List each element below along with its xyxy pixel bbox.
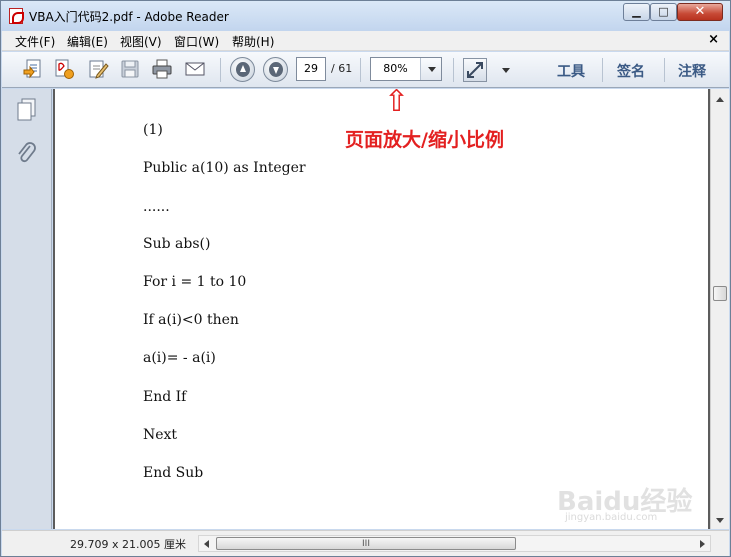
toolbar-separator [602, 58, 603, 82]
code-line: a(i)= - a(i) [143, 350, 216, 366]
horizontal-scroll-thumb[interactable]: III [216, 537, 516, 550]
adobe-reader-window: VBA入门代码2.pdf - Adobe Reader ▁ □ ✕ 文件(F) … [0, 0, 731, 557]
horizontal-scrollbar[interactable]: III [198, 535, 711, 552]
attachments-icon[interactable] [15, 141, 39, 167]
pdf-app-icon [9, 8, 24, 24]
expand-icon [467, 62, 483, 78]
vertical-scroll-thumb[interactable] [713, 286, 727, 301]
title-bar: VBA入门代码2.pdf - Adobe Reader ▁ □ ✕ [1, 1, 730, 31]
toolbar-separator [360, 58, 361, 82]
next-page-button[interactable] [263, 57, 288, 82]
maximize-icon: □ [658, 5, 669, 18]
zoom-select[interactable]: 80% [370, 57, 442, 81]
toolbar-separator [664, 58, 665, 82]
annotation-arrow-icon: ⇧ [384, 89, 410, 119]
code-line: If a(i)<0 then [143, 312, 239, 328]
code-line: ...... [143, 199, 170, 215]
close-document-icon[interactable]: × [708, 32, 719, 47]
code-line: (1) [143, 122, 163, 138]
watermark-url: jingyan.baidu.com [565, 512, 658, 523]
menu-help[interactable]: 帮助(H) [232, 33, 274, 50]
print-icon[interactable] [151, 58, 173, 80]
sign-button[interactable]: 签名 [617, 61, 645, 81]
minimize-button[interactable]: ▁ [623, 3, 650, 21]
toolbar-separator [220, 58, 221, 82]
maximize-button[interactable]: □ [650, 3, 677, 21]
toolbar: 29 / 61 80% 工具 签名 注释 [2, 52, 729, 88]
menu-edit[interactable]: 编辑(E) [67, 33, 108, 50]
edit-document-icon[interactable] [87, 58, 109, 80]
window-title: VBA入门代码2.pdf - Adobe Reader [29, 10, 229, 24]
chevron-down-icon[interactable] [502, 68, 510, 73]
tools-button[interactable]: 工具 [557, 61, 585, 81]
scroll-grip: III [362, 539, 370, 549]
menu-file[interactable]: 文件(F) [15, 33, 55, 50]
baidu-watermark: Baidu经验 jingyan.baidu.com [557, 479, 697, 529]
scroll-down-icon[interactable] [716, 518, 724, 523]
menu-window[interactable]: 窗口(W) [174, 33, 219, 50]
scroll-right-icon[interactable] [700, 540, 705, 548]
code-line: Sub abs() [143, 236, 211, 252]
code-line: Public a(10) as Integer [143, 160, 306, 176]
email-icon[interactable] [184, 58, 206, 80]
pdf-page: (1) Public a(10) as Integer ...... Sub a… [55, 89, 708, 529]
code-line: Next [143, 427, 178, 443]
page-size-label: 29.709 x 21.005 厘米 [70, 538, 186, 551]
page-number-input[interactable]: 29 [296, 57, 326, 81]
zoom-dropdown-button[interactable] [420, 58, 441, 80]
code-line: End Sub [143, 465, 204, 481]
scroll-left-icon[interactable] [204, 540, 209, 548]
close-icon: ✕ [694, 4, 706, 19]
fit-page-button[interactable] [463, 58, 487, 82]
scroll-up-icon[interactable] [716, 97, 724, 102]
arrow-down-icon [269, 62, 283, 77]
document-viewer[interactable]: (1) Public a(10) as Integer ...... Sub a… [53, 89, 710, 529]
page-total: / 61 [331, 62, 353, 75]
menu-bar: 文件(F) 编辑(E) 视图(V) 窗口(W) 帮助(H) × [2, 31, 729, 51]
menu-view[interactable]: 视图(V) [120, 33, 162, 50]
save-icon[interactable] [119, 58, 141, 80]
vertical-scrollbar[interactable] [710, 89, 729, 529]
status-bar: 29.709 x 21.005 厘米 III [2, 530, 729, 556]
navigation-pane [2, 89, 52, 529]
code-line: End If [143, 389, 187, 405]
minimize-icon: ▁ [632, 5, 641, 18]
toolbar-separator [453, 58, 454, 82]
open-file-icon[interactable] [22, 58, 44, 80]
create-pdf-icon[interactable] [53, 58, 75, 80]
page-thumbnails-icon[interactable] [15, 97, 39, 123]
close-window-button[interactable]: ✕ [677, 3, 723, 21]
previous-page-button[interactable] [230, 57, 255, 82]
comment-button[interactable]: 注释 [678, 61, 706, 81]
arrow-up-icon [236, 62, 250, 77]
zoom-value[interactable]: 80% [371, 58, 420, 80]
code-line: For i = 1 to 10 [143, 274, 247, 290]
annotation-text: 页面放大/缩小比例 [345, 129, 504, 151]
